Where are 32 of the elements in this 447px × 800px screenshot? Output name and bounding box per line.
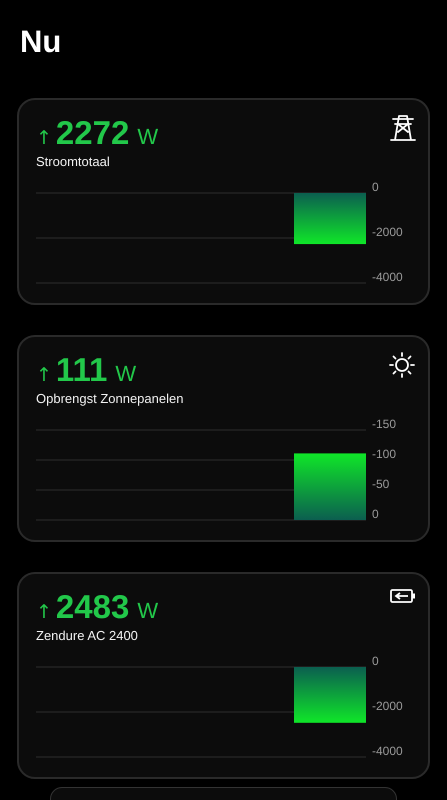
arrow-text: ↑: [36, 127, 52, 149]
arrow-text: ↑: [36, 601, 52, 623]
axis-tick-label: -150: [372, 417, 396, 431]
card-label: Zendure AC 2400: [36, 628, 139, 643]
power-value: 111: [56, 351, 108, 389]
axis-tick-label: -50: [372, 477, 390, 491]
axis-tick-label: -4000: [372, 744, 403, 758]
card-label: Stroomtotaal: [36, 154, 111, 169]
power-card[interactable]: ↑2272 W Stroomtotaal 0 -2000 -4000: [17, 98, 430, 305]
axis-tick-label: 0: [372, 654, 379, 668]
power-card[interactable]: ↑2483 W Zendure AC 2400 0 -2000 -4000: [17, 572, 430, 779]
chart-bar: [294, 667, 366, 723]
axis-tick-label: -2000: [372, 699, 403, 713]
axis-tick-label: 0: [372, 180, 379, 194]
battery-charging-icon: [390, 588, 416, 604]
axis-tick-label: -100: [372, 447, 396, 461]
card-label: Opbrengst Zonnepanelen: [36, 391, 184, 406]
unit-label: W: [137, 124, 158, 150]
axis-tick-label: -4000: [372, 270, 403, 284]
unit-label: W: [137, 598, 158, 624]
pylon-icon: [390, 114, 416, 142]
chart-bar: [294, 453, 366, 520]
power-card[interactable]: ↑111 W Opbrengst Zonnepanelen -150 -100 -50 0: [17, 335, 430, 542]
power-value: 2272: [56, 114, 130, 152]
sun-icon: [388, 351, 416, 379]
chart-bar: [294, 193, 366, 244]
unit-label: W: [115, 361, 136, 387]
page-title: Nu: [20, 24, 62, 60]
axis-tick-label: -2000: [372, 225, 403, 239]
power-value: 2483: [56, 588, 130, 626]
arrow-text: ↑: [36, 364, 52, 386]
axis-tick-label: 0: [372, 507, 379, 521]
